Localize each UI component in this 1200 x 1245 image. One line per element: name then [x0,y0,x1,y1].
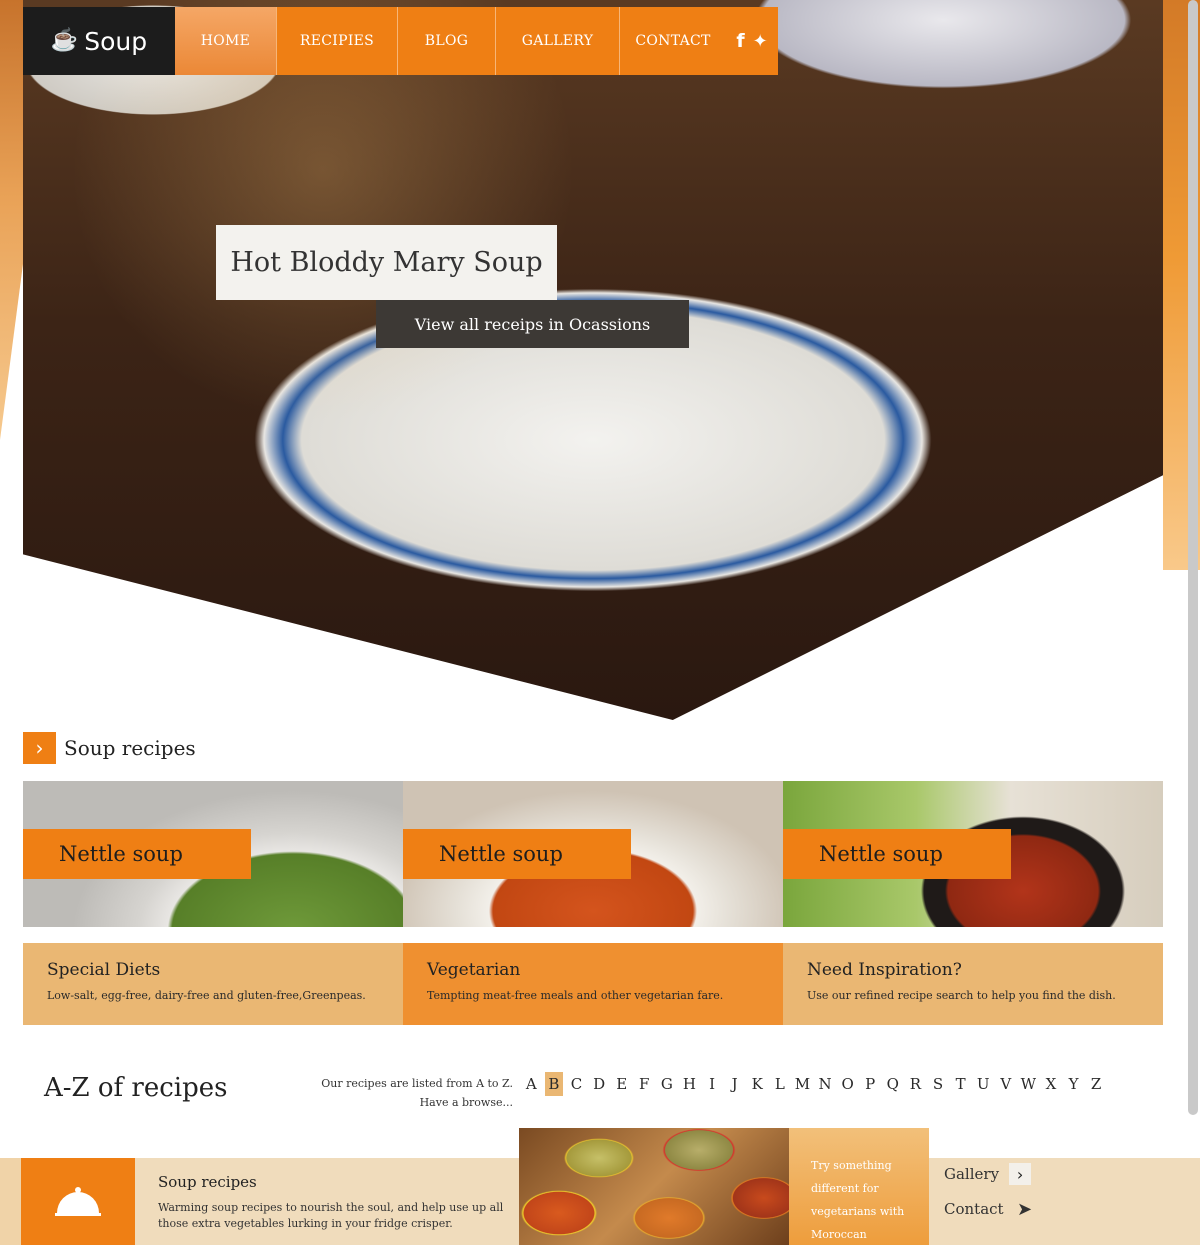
recipe-card-label[interactable]: Nettle soup [403,829,631,879]
hero-image [23,0,1163,720]
nav-blog[interactable]: BLOG [398,7,496,75]
view-all-recipes-button[interactable]: View all receips in Ocassions [376,300,689,348]
cloche-icon [55,1186,101,1217]
tile-description: Use our refined recipe search to help yo… [807,989,1116,1002]
az-letter-index: ABCDEFGHIJKLMNOPQRSTUVWXYZ [520,1072,1107,1096]
hero-light-overlay [23,0,1163,720]
footer-icon-box [21,1158,135,1245]
soup-bowl-icon: ☕ [50,28,79,53]
az-letter-z[interactable]: Z [1085,1072,1108,1096]
social-links: f ✦ [726,7,778,75]
recipe-cards: Nettle soup Nettle soup Nettle soup [23,781,1163,927]
recipe-card[interactable]: Nettle soup [783,781,1163,927]
az-letter-n[interactable]: N [814,1072,837,1096]
twitter-bird-icon[interactable]: ✦ [753,31,768,52]
az-letter-o[interactable]: O [836,1072,859,1096]
footer-title: Soup recipes [158,1173,257,1191]
footer-link-label: Contact [944,1200,1004,1218]
logo-text: Soup [84,26,148,56]
az-letter-u[interactable]: U [972,1072,995,1096]
chevron-right-icon[interactable]: › [1009,1163,1032,1185]
footer-links: Gallery › Contact ➤ [944,1163,1036,1233]
az-letter-s[interactable]: S [927,1072,950,1096]
az-letter-l[interactable]: L [769,1072,792,1096]
az-letter-m[interactable]: M [791,1072,814,1096]
az-letter-g[interactable]: G [656,1072,679,1096]
paper-plane-icon[interactable]: ➤ [1014,1198,1036,1220]
az-letter-q[interactable]: Q [882,1072,905,1096]
az-title: A-Z of recipes [44,1073,228,1103]
az-letter-i[interactable]: I [701,1072,724,1096]
chevron-right-icon: › [23,732,56,764]
footer-soup-bowls-image [519,1128,789,1245]
tile-title: Special Diets [47,960,161,980]
hero-title: Hot Bloddy Mary Soup [216,225,557,300]
tile-title: Need Inspiration? [807,960,962,980]
az-letter-j[interactable]: J [723,1072,746,1096]
az-intro: Our recipes are listed from A to Z. Have… [321,1077,513,1109]
az-letter-c[interactable]: C [565,1072,588,1096]
category-tiles: Special Diets Low-salt, egg-free, dairy-… [23,943,1163,1025]
logo[interactable]: ☕ Soup [23,7,175,75]
tile-title: Vegetarian [427,960,521,980]
az-letter-h[interactable]: H [678,1072,701,1096]
az-letter-y[interactable]: Y [1062,1072,1085,1096]
facebook-icon[interactable]: f [736,30,744,52]
main-nav: ☕ Soup HOME RECIPIES BLOG GALLERY CONTAC… [23,7,778,75]
az-letter-p[interactable]: P [859,1072,882,1096]
section-title: Soup recipes [64,736,196,760]
nav-gallery[interactable]: GALLERY [496,7,620,75]
az-letter-e[interactable]: E [610,1072,633,1096]
tile-vegetarian[interactable]: Vegetarian Tempting meat-free meals and … [403,943,783,1025]
footer-promo[interactable]: Try something different for vegetarians … [789,1128,929,1245]
az-letter-r[interactable]: R [904,1072,927,1096]
az-letter-t[interactable]: T [949,1072,972,1096]
recipe-card[interactable]: Nettle soup [23,781,403,927]
footer-link-contact[interactable]: Contact ➤ [944,1198,1036,1220]
nav-recipes[interactable]: RECIPIES [277,7,398,75]
az-letter-v[interactable]: V [994,1072,1017,1096]
footer-promo-text: Try something different for vegetarians … [811,1159,905,1241]
footer-text: Soup recipes Warming soup recipes to nou… [158,1173,508,1232]
recipe-card-label[interactable]: Nettle soup [23,829,251,879]
nav-contact[interactable]: CONTACT [620,7,726,75]
tile-description: Tempting meat-free meals and other veget… [427,989,724,1002]
tile-need-inspiration[interactable]: Need Inspiration? Use our refined recipe… [783,943,1163,1025]
az-letter-a[interactable]: A [520,1072,543,1096]
tile-description: Low-salt, egg-free, dairy-free and glute… [47,989,366,1002]
recipes-section-heading: › Soup recipes [23,732,196,764]
tile-special-diets[interactable]: Special Diets Low-salt, egg-free, dairy-… [23,943,403,1025]
footer-link-gallery[interactable]: Gallery › [944,1163,1036,1185]
az-letter-f[interactable]: F [633,1072,656,1096]
footer-link-label: Gallery [944,1165,1000,1183]
az-letter-x[interactable]: X [1040,1072,1063,1096]
recipe-card-label[interactable]: Nettle soup [783,829,1011,879]
nav-home[interactable]: HOME [175,7,277,75]
footer-decoration [0,1158,21,1245]
az-letter-k[interactable]: K [746,1072,769,1096]
scrollbar-thumb[interactable] [1188,0,1198,1115]
az-letter-d[interactable]: D [588,1072,611,1096]
footer-description: Warming soup recipes to nourish the soul… [158,1201,504,1230]
az-letter-b[interactable]: B [544,1072,563,1096]
scrollbar[interactable] [1188,0,1198,1120]
left-decoration [0,0,23,440]
recipe-card[interactable]: Nettle soup [403,781,783,927]
az-letter-w[interactable]: W [1017,1072,1040,1096]
